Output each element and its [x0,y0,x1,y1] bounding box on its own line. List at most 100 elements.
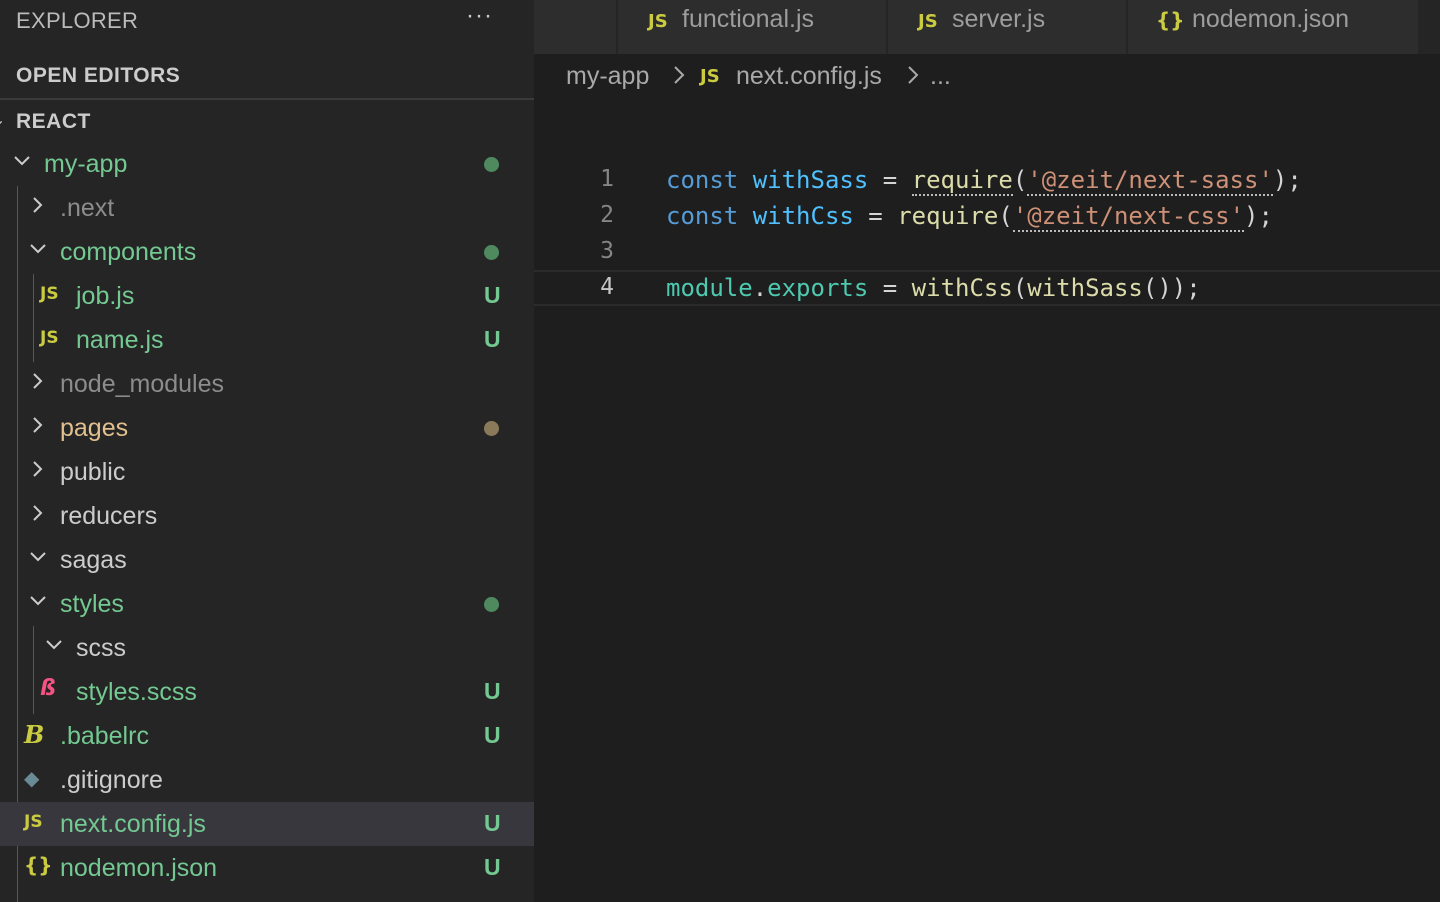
babel-file-icon: B [24,720,45,749]
js-file-icon: JS [700,66,720,87]
tree-folder[interactable]: reducers [0,494,534,538]
tree-item-label: my-app [44,150,128,178]
tree-item-label: styles.scss [76,678,197,706]
open-editors-section[interactable]: › OPEN EDITORS [0,54,534,100]
git-status-dot [484,157,499,172]
js-file-icon: JS [648,11,668,32]
react-workspace-section[interactable]: ⌄ REACT [0,100,534,144]
editor-tab-bar: JS functional.js JS server.js {} nodemon… [534,0,1440,54]
code-line: 1 const withSass = require('@zeit/next-s… [534,162,1440,198]
chevron-right-icon [30,417,46,433]
code-text: const withCss = require('@zeit/next-css'… [666,202,1273,232]
code-line: 3 [534,234,1440,270]
tree-file[interactable]: ◆ .gitignore [0,758,534,802]
git-untracked-badge: U [484,326,501,352]
tree-folder[interactable]: pages [0,406,534,450]
chevron-right-icon [30,197,46,213]
tree-item-label: nodemon.json [60,854,218,882]
explorer-header: EXPLORER ··· [0,0,534,40]
tree-folder[interactable]: node_modules [0,362,534,406]
tree-file[interactable]: JS next.config.js U [0,802,534,846]
js-file-icon: JS [24,812,43,832]
code-line-current: 4 module.exports = withCss(withSass()); [534,270,1440,306]
tree-item-label: job.js [76,282,135,310]
js-file-icon: JS [918,11,938,32]
tab-server-js[interactable]: JS server.js [888,0,1127,54]
tree-item-label: styles [60,590,124,618]
tree-folder[interactable]: components [0,230,534,274]
json-file-icon: {} [1156,8,1185,32]
tree-folder[interactable]: scss [0,626,534,670]
tree-item-label: .babelrc [60,722,149,750]
git-untracked-badge: U [484,282,501,308]
tree-file[interactable]: {} nodemon.json U [0,846,534,890]
code-text: module.exports = withCss(withSass()); [666,274,1201,302]
tree-file[interactable]: ß styles.scss U [0,670,534,714]
tab-label: functional.js [682,5,815,33]
tree-item-label: components [60,238,197,266]
chevron-down-icon [46,637,62,653]
chevron-down-icon [30,241,46,257]
tree-file[interactable]: JS name.js U [0,318,534,362]
code-line: 2 const withCss = require('@zeit/next-cs… [534,198,1440,234]
open-editors-label: OPEN EDITORS [16,64,181,87]
chevron-down-icon [14,153,30,169]
tree-file[interactable]: JS job.js U [0,274,534,318]
git-untracked-badge: U [484,854,501,880]
tree-item-label: .next [60,194,115,222]
breadcrumb-folder[interactable]: my-app [566,62,649,91]
git-status-dot [484,245,499,260]
tree-item-label: .gitignore [60,766,163,794]
tab-overflow[interactable] [534,0,617,54]
tree-folder[interactable]: styles [0,582,534,626]
react-workspace-label: REACT [16,110,91,133]
line-number: 3 [600,238,614,264]
tab-label: server.js [952,5,1046,33]
chevron-right-icon [30,373,46,389]
git-file-icon: ◆ [24,766,40,790]
sass-file-icon: ß [40,676,56,701]
line-number: 1 [600,166,614,192]
json-file-icon: {} [24,853,53,877]
js-file-icon: JS [40,328,59,348]
tree-item-label: name.js [76,326,164,354]
git-untracked-badge: U [484,810,501,836]
chevron-right-icon [672,65,686,85]
more-actions-icon[interactable]: ··· [466,2,493,30]
explorer-title: EXPLORER [16,8,139,33]
tree-item-label: scss [76,634,126,662]
tab-label: nodemon.json [1192,5,1350,33]
breadcrumb-symbols[interactable]: ... [930,62,951,91]
line-number: 4 [600,274,614,300]
js-file-icon: JS [40,284,59,304]
code-editor[interactable]: 1 const withSass = require('@zeit/next-s… [534,162,1440,306]
tree-folder[interactable]: public [0,450,534,494]
chevron-right-icon [30,461,46,477]
chevron-right-icon [906,65,920,85]
tree-folder[interactable]: my-app [0,142,534,186]
tab-nodemon-json[interactable]: {} nodemon.json [1128,0,1419,54]
tree-item-label: sagas [60,546,127,574]
tree-file[interactable]: B .babelrc U [0,714,534,758]
tree-folder[interactable]: .next [0,186,534,230]
file-tree: my-app .next components JS job.js U JS name.js U… [0,142,534,890]
git-untracked-badge: U [484,722,501,748]
tree-folder[interactable]: sagas [0,538,534,582]
chevron-right-icon [30,505,46,521]
chevron-down-icon: ⌄ [0,110,5,130]
tree-item-label: reducers [60,502,158,530]
tab-functional-js[interactable]: JS functional.js [618,0,887,54]
code-text: const withSass = require('@zeit/next-sas… [666,166,1302,196]
git-untracked-badge: U [484,678,501,704]
chevron-down-icon [30,593,46,609]
git-status-dot [484,421,499,436]
tree-item-label: pages [60,414,129,442]
tree-item-label: public [60,458,126,486]
chevron-down-icon [30,549,46,565]
git-status-dot [484,597,499,612]
breadcrumb: my-app JS next.config.js ... [534,54,1440,100]
breadcrumb-file[interactable]: next.config.js [736,62,882,91]
tree-item-label: node_modules [60,370,225,398]
explorer-sidebar: EXPLORER ··· › OPEN EDITORS ⌄ REACT my-a… [0,0,534,902]
tree-item-label: next.config.js [60,810,206,838]
